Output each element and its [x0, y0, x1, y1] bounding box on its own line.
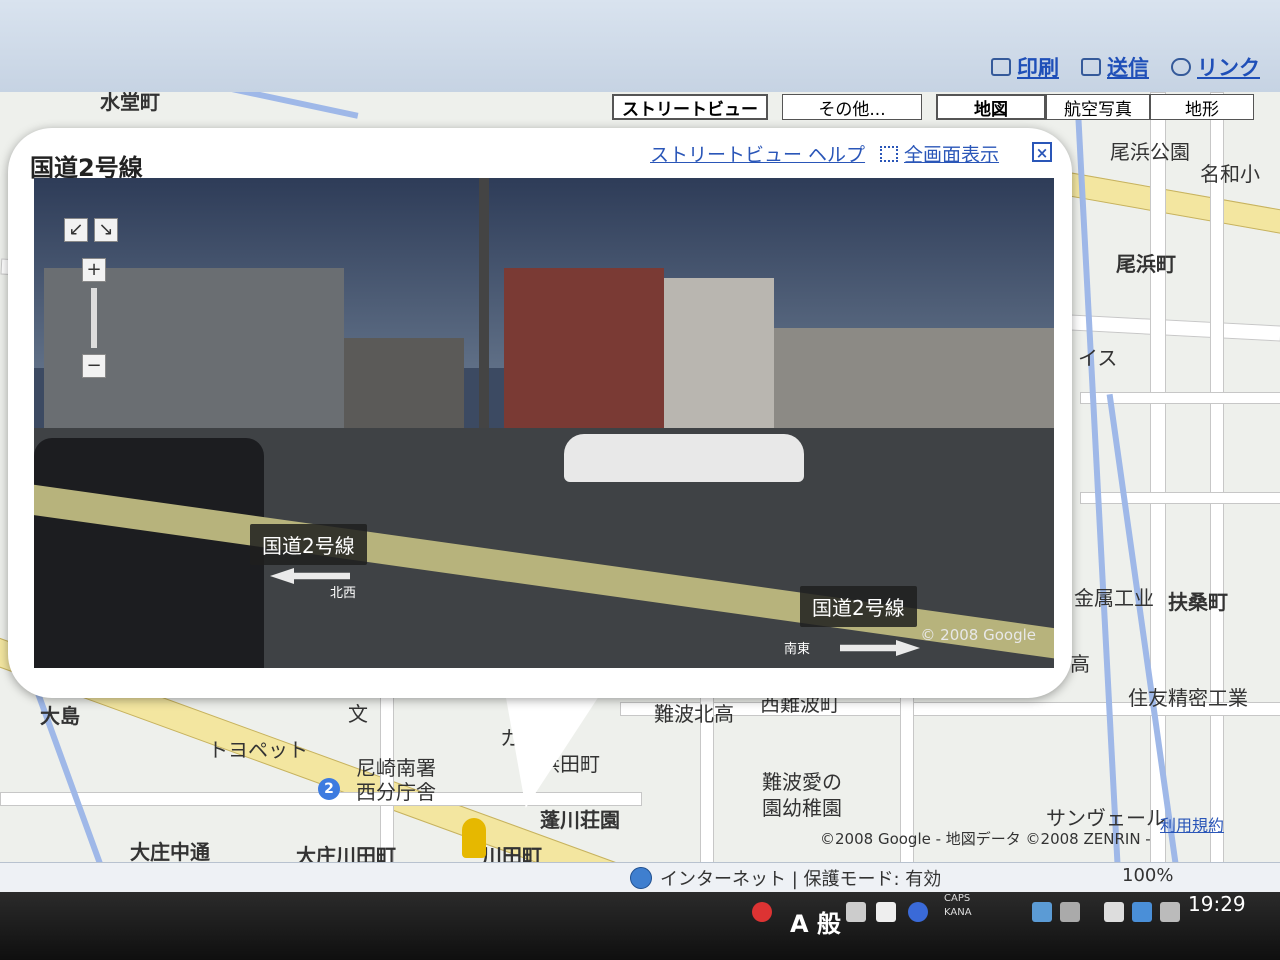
- print-link[interactable]: 印刷: [991, 52, 1059, 82]
- map-type-streetview[interactable]: ストリートビュー: [612, 94, 768, 120]
- tray-icon[interactable]: [1060, 902, 1080, 922]
- zoom-in-button[interactable]: +: [82, 258, 106, 282]
- kana-label: KANA: [944, 907, 972, 918]
- map-label: 扶桑町: [1168, 590, 1228, 614]
- road-label-se: 国道2号線: [800, 586, 917, 627]
- envelope-icon: [1081, 58, 1101, 76]
- ime-indicator[interactable]: A 般: [790, 904, 841, 939]
- map-label: 難波愛の: [762, 770, 842, 794]
- pano-white-car: [564, 434, 804, 482]
- tray-icon[interactable]: [1032, 902, 1052, 922]
- map-river: [161, 92, 359, 119]
- tray-icon[interactable]: [1104, 902, 1124, 922]
- streetview-help-link[interactable]: ストリートビュー ヘルプ: [650, 140, 865, 167]
- zoom-slider[interactable]: [91, 288, 97, 348]
- map-type-controls: ストリートビュー その他... 地図 航空写真 地形: [612, 94, 1254, 120]
- pegman-icon[interactable]: [462, 818, 486, 858]
- windows-taskbar: A 般 CAPS KANA 19:29: [0, 892, 1280, 960]
- streetview-panorama[interactable]: ↙ ↘ + − 国道2号線 北西 国道2号線 南東 © 2008 Google: [34, 178, 1054, 668]
- browser-statusbar: インターネット | 保護モード: 有効 100%: [0, 862, 1280, 893]
- fullscreen-label: 全画面表示: [904, 144, 1000, 166]
- pano-van: [34, 438, 264, 668]
- close-button[interactable]: ×: [1032, 142, 1052, 162]
- map-action-links: 印刷 送信 リンク: [991, 52, 1260, 82]
- fullscreen-link[interactable]: 全画面表示: [880, 140, 999, 167]
- help-icon[interactable]: [908, 902, 928, 922]
- map-label: 尾浜町: [1116, 252, 1176, 276]
- pano-copyright: © 2008 Google: [920, 626, 1036, 644]
- pano-building: [504, 268, 664, 428]
- map-type-terrain[interactable]: 地形: [1150, 94, 1254, 120]
- map-label: 文: [348, 702, 368, 726]
- map-road: [1080, 492, 1280, 504]
- fullscreen-icon: [880, 145, 898, 162]
- ime-tool-icon[interactable]: [846, 902, 866, 922]
- map-type-map[interactable]: 地図: [936, 94, 1046, 120]
- map-label: トヨペット: [208, 738, 308, 762]
- map-label: イス: [1078, 346, 1118, 370]
- map-label: 尾浜公園: [1110, 140, 1190, 164]
- zoom-out-button[interactable]: −: [82, 354, 106, 378]
- pan-left-button[interactable]: ↙: [64, 218, 88, 242]
- map-label: 大庄中通: [130, 840, 210, 864]
- map-label: 西分庁舎: [356, 780, 436, 804]
- map-label: 水堂町: [100, 92, 160, 114]
- antivirus-icon[interactable]: [752, 902, 772, 922]
- terms-link[interactable]: 利用規約: [1160, 812, 1224, 836]
- map-label: 園幼稚園: [762, 796, 842, 820]
- browser-toolbar: 印刷 送信 リンク: [0, 0, 1280, 92]
- map-label: 住友精密工業: [1128, 686, 1248, 710]
- volume-icon[interactable]: [1160, 902, 1180, 922]
- ime-tool-icon[interactable]: [876, 902, 896, 922]
- pano-nav-controls: ↙ ↘ + −: [64, 218, 118, 384]
- zoom-level[interactable]: 100%: [1122, 865, 1173, 886]
- caps-kana-indicator: CAPS KANA: [944, 892, 972, 920]
- security-zone[interactable]: インターネット | 保護モード: 有効: [630, 865, 941, 891]
- map-label: 金属工业: [1074, 586, 1154, 610]
- print-label: 印刷: [1017, 56, 1059, 80]
- browser-window: 印刷 送信 リンク ストリートビュー その他... 地図 航空写真 地形 水堂町: [0, 0, 1280, 960]
- map-label: 蓬川荘園: [540, 808, 620, 832]
- pano-building: [664, 278, 774, 428]
- pan-right-button[interactable]: ↘: [94, 218, 118, 242]
- direction-label-nw: 北西: [330, 586, 357, 601]
- map-label: 大島: [40, 704, 80, 728]
- link-link[interactable]: リンク: [1171, 52, 1260, 82]
- send-label: 送信: [1107, 56, 1149, 80]
- caps-label: CAPS: [944, 893, 971, 904]
- map-type-other[interactable]: その他...: [782, 94, 922, 120]
- map-river: [1106, 393, 1180, 871]
- send-link[interactable]: 送信: [1081, 52, 1149, 82]
- map-label: 名和小: [1200, 162, 1260, 186]
- map-copyright: ©2008 Google - 地図データ ©2008 ZENRIN -: [820, 830, 1151, 848]
- road-label-nw: 国道2号線: [250, 524, 367, 565]
- pano-building: [774, 328, 1054, 438]
- network-icon[interactable]: [1132, 902, 1152, 922]
- map-label: 高: [1070, 652, 1090, 676]
- pano-utility-pole: [479, 178, 489, 438]
- route-shield-icon: 2: [318, 778, 340, 800]
- map-road: [1210, 92, 1224, 872]
- map-type-aerial[interactable]: 航空写真: [1046, 94, 1150, 120]
- map-label: 難波北高: [654, 702, 734, 726]
- link-label: リンク: [1197, 56, 1260, 80]
- globe-icon: [630, 867, 652, 889]
- printer-icon: [991, 58, 1011, 76]
- security-zone-label: インターネット | 保護モード: 有効: [660, 869, 942, 890]
- map-label: サンヴェール: [1046, 806, 1166, 830]
- taskbar-clock[interactable]: 19:29: [1188, 892, 1246, 916]
- chain-link-icon: [1171, 58, 1191, 76]
- direction-label-se: 南東: [784, 642, 811, 657]
- streetview-infowindow: 国道2号線 ストリートビュー ヘルプ 全画面表示 × ↙ ↘ + − 国道2号線…: [8, 128, 1072, 698]
